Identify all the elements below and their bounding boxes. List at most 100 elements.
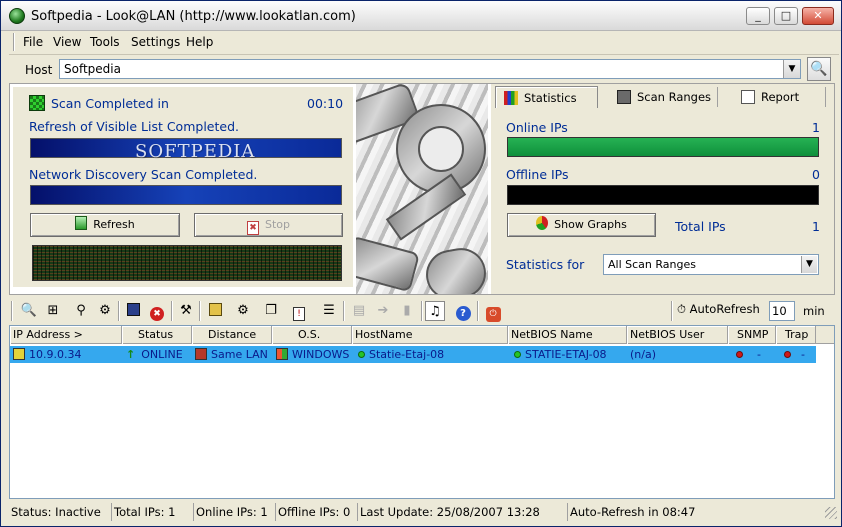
host-dropdown-button[interactable]: ▼: [783, 60, 800, 78]
tab-statistics[interactable]: Statistics: [495, 86, 598, 108]
stopwatch-icon: ⏱: [677, 302, 686, 316]
autorefresh-unit: min: [803, 304, 825, 318]
refresh-button-label: Refresh: [93, 218, 135, 231]
resize-grip[interactable]: [825, 507, 837, 519]
status-dot-icon: [736, 351, 743, 358]
help-icon[interactable]: ?: [453, 301, 473, 321]
menu-tools[interactable]: Tools: [90, 35, 120, 49]
menu-grip: [13, 33, 15, 51]
col-os[interactable]: O.S.: [272, 326, 352, 344]
tab-report-label: Report: [761, 90, 800, 104]
col-hostname[interactable]: HostName: [352, 326, 508, 344]
tab-report[interactable]: Report: [733, 86, 823, 108]
trash-icon[interactable]: ▮: [397, 301, 417, 321]
export-icon[interactable]: ☰: [319, 301, 339, 321]
cell-status-text: ONLINE: [141, 348, 183, 361]
cell-ip-text: 10.9.0.34: [29, 348, 82, 361]
table-row[interactable]: 10.9.0.34 ↑ ONLINE Same LAN WINDOWS Stati…: [10, 346, 816, 363]
menu-view[interactable]: View: [53, 35, 81, 49]
chevron-down-icon[interactable]: ▼: [801, 256, 817, 273]
col-trap[interactable]: Trap: [776, 326, 816, 344]
status-offline: Offline IPs: 0: [275, 503, 357, 521]
col-snmp[interactable]: SNMP: [728, 326, 776, 344]
binoculars-icon[interactable]: ⚲: [71, 301, 91, 321]
statistics-for-value: All Scan Ranges: [608, 258, 696, 271]
col-ip-address[interactable]: IP Address >: [10, 326, 122, 344]
host-search-button[interactable]: 🔍: [807, 57, 831, 81]
minimize-button[interactable]: _: [746, 7, 770, 25]
power-icon[interactable]: ⏻: [483, 301, 503, 322]
total-ips-value: 1: [812, 219, 820, 234]
tree-icon[interactable]: ⊞: [43, 301, 63, 321]
refresh-icon: [75, 216, 88, 230]
app-window: Softpedia - Look@LAN (http://www.lookatl…: [0, 0, 842, 527]
art-shape-3: [418, 126, 464, 172]
activity-meter: [32, 245, 342, 281]
script-icon[interactable]: [205, 301, 225, 321]
tab-separator: [717, 87, 718, 107]
menu-bar: File View Tools Settings Help: [9, 31, 839, 53]
sound-icon[interactable]: ♫: [425, 301, 445, 321]
show-graphs-button[interactable]: Show Graphs: [507, 213, 656, 237]
cell-hostname: Statie-Etaj-08: [358, 346, 508, 363]
toolbar-separator-5: [421, 301, 423, 321]
col-netbios-name[interactable]: NetBIOS Name: [508, 326, 627, 344]
art-shape-5: [356, 235, 420, 293]
cell-netbios-name-text: STATIE-ETAJ-08: [525, 348, 607, 361]
lan-icon: [195, 348, 207, 360]
tab-scan-ranges[interactable]: Scan Ranges: [609, 86, 719, 108]
menu-help[interactable]: Help: [186, 35, 213, 49]
app-globe-icon: [9, 8, 25, 24]
status-online: Online IPs: 1: [193, 503, 275, 521]
col-distance[interactable]: Distance: [192, 326, 272, 344]
autorefresh-text: AutoRefresh: [689, 302, 760, 316]
cell-trap-text: -: [801, 348, 805, 361]
report-icon: [741, 90, 755, 104]
refresh-button[interactable]: Refresh: [30, 213, 180, 237]
menu-file[interactable]: File: [23, 35, 43, 49]
cell-os: WINDOWS: [276, 346, 352, 363]
status-last-update: Last Update: 25/08/2007 13:28: [357, 503, 567, 521]
host-icon: [13, 348, 25, 360]
hosts-table: IP Address > Status Distance O.S. HostNa…: [9, 325, 835, 499]
toolbar-separator-2: [171, 301, 173, 321]
status-dot-icon: [784, 351, 791, 358]
info-icon[interactable]: !: [289, 301, 309, 321]
toolbar-separator-7: [671, 301, 673, 321]
network-progress-bar: [30, 185, 342, 205]
stop-icon: ✖: [246, 221, 259, 235]
cell-os-text: WINDOWS: [292, 348, 350, 361]
col-netbios-user[interactable]: NetBIOS User: [627, 326, 728, 344]
delete-icon[interactable]: ✖: [147, 301, 167, 321]
menu-settings[interactable]: Settings: [131, 35, 180, 49]
cell-trap: -: [784, 346, 816, 363]
magnifier-icon: 🔍: [810, 61, 828, 77]
save-icon[interactable]: [123, 301, 143, 321]
network-icon[interactable]: ⚙: [95, 301, 115, 321]
logo-artwork: [356, 84, 488, 294]
autorefresh-label: ⏱ AutoRefresh: [677, 302, 760, 317]
chart-icon: [504, 91, 518, 105]
tools-icon[interactable]: ⚒: [176, 301, 196, 321]
stats-panel: Statistics Scan Ranges Report Online IPs…: [491, 84, 834, 294]
cell-distance: Same LAN: [195, 346, 272, 363]
cell-netbios-user: (n/a): [630, 348, 657, 361]
statistics-for-select[interactable]: All Scan Ranges ▼: [603, 254, 819, 275]
title-bar[interactable]: Softpedia - Look@LAN (http://www.lookatl…: [1, 1, 841, 31]
maximize-button[interactable]: □: [774, 7, 798, 25]
host-input[interactable]: Softpedia: [59, 59, 801, 79]
close-button[interactable]: ✕: [802, 7, 834, 25]
autorefresh-input[interactable]: 10: [769, 301, 795, 321]
online-ips-value: 1: [812, 120, 820, 135]
forward-icon[interactable]: ➔: [373, 301, 393, 321]
refresh-status-label: Refresh of Visible List Completed.: [29, 119, 239, 134]
zoom-icon[interactable]: 🔍: [19, 301, 39, 321]
stop-button[interactable]: ✖ Stop: [194, 213, 343, 237]
share-icon[interactable]: ⚙: [233, 301, 253, 321]
import-icon[interactable]: ▤: [349, 301, 369, 321]
status-state: Status: Inactive: [11, 505, 101, 519]
copy-icon[interactable]: ❐: [261, 301, 281, 321]
toolbar-separator: [118, 301, 120, 321]
status-bar: Status: Inactive Total IPs: 1 Online IPs…: [9, 501, 839, 523]
col-status[interactable]: Status: [122, 326, 192, 344]
